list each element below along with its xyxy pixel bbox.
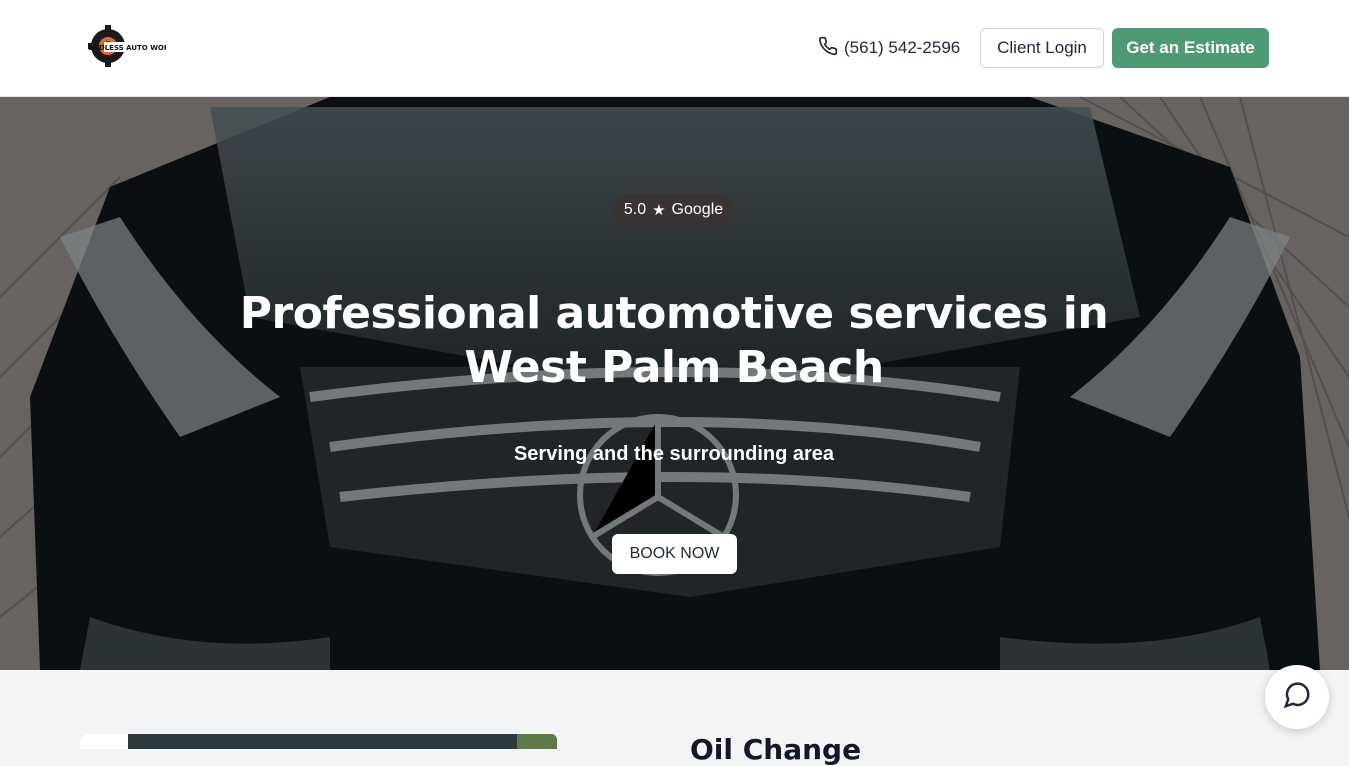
phone-number: (561) 542-2596 — [844, 38, 961, 57]
client-login-button[interactable]: Client Login — [980, 28, 1104, 68]
phone-link[interactable]: (561) 542-2596 — [818, 36, 960, 60]
site-header: ENDLESS AUTO WORKS (561) 542-2596 Client… — [0, 0, 1349, 97]
hero-section: 5.0 ★ Google Professional automotive ser… — [0, 97, 1349, 670]
rating-source: Google — [671, 201, 724, 218]
book-now-button[interactable]: BOOK NOW — [612, 534, 737, 574]
chat-button[interactable] — [1265, 665, 1329, 729]
image-foliage — [517, 734, 557, 749]
logo-text: ENDLESS AUTO WORKS — [88, 44, 166, 52]
chat-bubble-icon — [1282, 680, 1312, 715]
get-estimate-button[interactable]: Get an Estimate — [1112, 28, 1269, 68]
hero-title: Professional automotive services in West… — [239, 288, 1109, 393]
image-edge — [80, 734, 128, 749]
hero-subtitle: Serving and the surrounding area — [513, 443, 835, 465]
rating-score: 5.0 — [623, 201, 647, 218]
service-image — [80, 734, 557, 749]
service-title: Oil Change — [690, 733, 862, 766]
logo[interactable]: ENDLESS AUTO WORKS — [88, 23, 180, 69]
rating-badge[interactable]: 5.0 ★ Google — [613, 194, 734, 226]
phone-icon — [818, 36, 838, 61]
star-icon: ★ — [652, 202, 666, 219]
